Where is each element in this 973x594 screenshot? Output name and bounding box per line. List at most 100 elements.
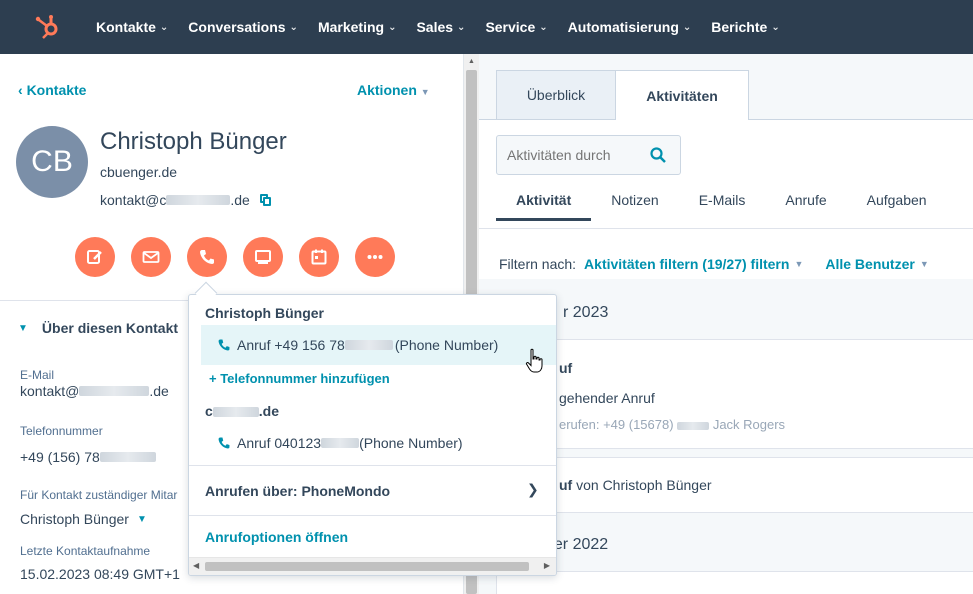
- subtab-notes[interactable]: Notizen: [591, 192, 678, 221]
- dropdown-section-contact: Christoph Bünger: [205, 305, 324, 321]
- nav-kontakte[interactable]: Kontakte ⌄: [96, 19, 168, 35]
- redacted-text: [677, 421, 710, 430]
- chevron-down-icon: ⌄: [159, 21, 169, 33]
- more-icon: [367, 255, 383, 259]
- note-button[interactable]: [75, 237, 115, 277]
- nav-sales[interactable]: Sales ⌄: [416, 19, 465, 35]
- chevron-down-icon: ⌄: [289, 21, 298, 33]
- redacted-text: [344, 340, 393, 350]
- activity-card-title: uf: [559, 360, 573, 376]
- filter-activities-dropdown[interactable]: Aktivitäten filtern (19/27) filtern: [584, 256, 789, 272]
- subtab-emails[interactable]: E-Mails: [679, 192, 766, 221]
- scroll-left-icon[interactable]: ◀: [193, 561, 199, 570]
- email-property-label: E-Mail: [20, 368, 55, 382]
- email-button[interactable]: [131, 237, 171, 277]
- task-button[interactable]: [243, 237, 283, 277]
- last-contact-label: Letzte Kontaktaufnahme: [20, 544, 151, 558]
- activity-card[interactable]: [496, 571, 973, 594]
- call-options-dropdown: Christoph Bünger Anruf +49 156 78 (Phone …: [188, 294, 557, 576]
- nav-conversations[interactable]: Conversations ⌄: [188, 19, 298, 35]
- owner-property-value[interactable]: Christoph Bünger ▼: [20, 511, 147, 527]
- nav-automatisierung[interactable]: Automatisierung ⌄: [568, 19, 692, 35]
- contact-company: cbuenger.de: [100, 164, 178, 180]
- scroll-right-icon[interactable]: ▶: [544, 561, 550, 570]
- activity-card-detail: erufen: +49 (15678) Jack Rogers: [559, 417, 786, 432]
- dropdown-section-company: c .de: [205, 403, 280, 419]
- call-phone-number-option[interactable]: Anruf +49 156 78 (Phone Number): [201, 325, 556, 365]
- redacted-text: [321, 438, 360, 448]
- activity-card-call[interactable]: uf gehender Anruf erufen: +49 (15678) Ja…: [496, 339, 973, 449]
- contact-name: Christoph Bünger: [100, 128, 287, 155]
- phone-property-label: Telefonnummer: [20, 424, 103, 438]
- phone-icon: [218, 339, 230, 351]
- tab-overview[interactable]: Überblick: [496, 70, 616, 120]
- quick-actions: [75, 237, 411, 277]
- subtab-activity[interactable]: Aktivität: [496, 192, 592, 221]
- edit-icon: [87, 250, 102, 264]
- caret-down-icon: ▼: [919, 259, 929, 269]
- back-to-contacts-link[interactable]: ‹ Kontakte: [18, 82, 86, 98]
- chevron-down-icon: ⌄: [771, 21, 780, 33]
- redacted-text: [212, 407, 259, 418]
- nav-berichte[interactable]: Berichte ⌄: [711, 19, 779, 35]
- last-contact-value: 15.02.2023 08:49 GMT+1: [20, 566, 180, 582]
- dropdown-horizontal-scrollbar[interactable]: ◀ ▶: [189, 557, 556, 575]
- call-company-number-option[interactable]: Anruf 040123 (Phone Number): [201, 423, 556, 463]
- tab-activities[interactable]: Aktivitäten: [615, 70, 749, 120]
- add-phone-number-link[interactable]: + Telefonnummer hinzufügen: [209, 371, 390, 386]
- call-button[interactable]: [187, 237, 227, 277]
- activity-search-input[interactable]: [507, 147, 637, 163]
- email-suffix: .de: [230, 192, 250, 208]
- filter-users-dropdown[interactable]: Alle Benutzer: [825, 256, 914, 272]
- owner-property-label: Für Kontakt zuständiger Mitar: [20, 488, 178, 502]
- caret-down-icon: ▼: [136, 513, 147, 525]
- call-via-option[interactable]: Anrufen über: PhoneMondo: [205, 483, 390, 499]
- chevron-down-icon: ▼: [18, 322, 28, 334]
- chevron-down-icon: ⌄: [539, 21, 548, 33]
- nav-service[interactable]: Service ⌄: [485, 19, 547, 35]
- scroll-up-icon[interactable]: ▲: [468, 58, 475, 65]
- chevron-down-icon: ⌄: [457, 21, 466, 33]
- subtab-tasks[interactable]: Aufgaben: [847, 192, 947, 221]
- activity-card-text: gehender Anruf: [559, 390, 655, 406]
- meeting-button[interactable]: [299, 237, 339, 277]
- phone-icon: [218, 437, 230, 449]
- avatar[interactable]: CB: [16, 126, 88, 198]
- contact-email: kontakt@c .de: [100, 192, 271, 208]
- chevron-down-icon: ⌄: [682, 21, 692, 33]
- email-prefix: kontakt@c: [100, 192, 167, 208]
- hubspot-logo[interactable]: [0, 0, 96, 54]
- activity-search: [496, 135, 681, 175]
- subtabs-divider: [479, 228, 973, 229]
- chevron-down-icon: ⌄: [388, 21, 397, 33]
- nav-marketing[interactable]: Marketing ⌄: [318, 19, 397, 35]
- calendar-icon: [311, 249, 327, 265]
- filter-label: Filtern nach:: [499, 256, 577, 272]
- activity-card-text: uf von Christoph Bünger: [559, 477, 712, 493]
- hand-cursor-icon: [525, 348, 543, 373]
- redacted-text: [99, 452, 156, 462]
- hubspot-icon: [35, 15, 58, 39]
- activity-subtabs: Aktivität Notizen E-Mails Anrufe Aufgabe…: [496, 192, 947, 221]
- scrollbar-thumb[interactable]: [205, 562, 529, 571]
- more-button[interactable]: [355, 237, 395, 277]
- about-section-toggle[interactable]: ▼ Über diesen Kontakt: [18, 320, 178, 336]
- redacted-text: [79, 386, 150, 396]
- copy-icon[interactable]: [259, 194, 271, 206]
- actions-menu-button[interactable]: Aktionen ▼: [357, 82, 430, 98]
- phone-icon: [200, 250, 214, 264]
- month-header: r 2023: [563, 304, 609, 321]
- caret-down-icon: ▼: [794, 259, 804, 269]
- open-call-options-link[interactable]: Anrufoptionen öffnen: [205, 529, 348, 545]
- caret-down-icon: ▼: [420, 87, 430, 97]
- phone-property-value[interactable]: +49 (156) 78: [20, 449, 156, 465]
- search-icon[interactable]: [649, 146, 667, 164]
- chevron-right-icon[interactable]: ❯: [527, 481, 539, 498]
- email-property-value[interactable]: kontakt@ .de: [20, 383, 169, 399]
- activity-filter-bar: Filtern nach: Aktivitäten filtern (19/27…: [499, 256, 929, 272]
- redacted-text: [166, 195, 231, 205]
- mail-icon: [142, 251, 160, 263]
- activity-card-call-2[interactable]: uf von Christoph Bünger: [496, 457, 973, 513]
- subtab-calls[interactable]: Anrufe: [765, 192, 846, 221]
- dropdown-divider: [189, 515, 556, 516]
